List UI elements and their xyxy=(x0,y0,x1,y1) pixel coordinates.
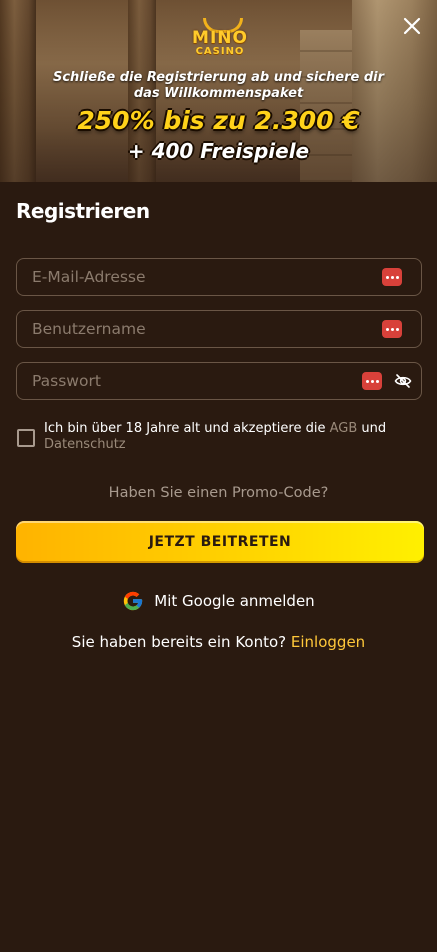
username-field xyxy=(16,310,422,348)
terms-link[interactable]: AGB xyxy=(330,421,358,436)
google-signin-label: Mit Google anmelden xyxy=(154,592,315,610)
google-signin-button[interactable]: Mit Google anmelden xyxy=(0,588,437,614)
password-manager-icon[interactable] xyxy=(362,372,382,390)
username-input[interactable] xyxy=(17,311,362,347)
promo-code-link[interactable]: Haben Sie einen Promo-Code? xyxy=(0,483,437,503)
google-icon xyxy=(124,591,143,611)
login-link[interactable]: Einloggen xyxy=(291,633,365,651)
mino-casino-logo: MINO CASINO xyxy=(187,18,253,58)
eye-off-icon xyxy=(394,374,412,388)
logo-text-bottom: CASINO xyxy=(195,46,245,57)
terms-text: Ich bin über 18 Jahre alt und akzeptiere… xyxy=(44,421,387,452)
password-manager-icon[interactable] xyxy=(382,268,402,286)
password-manager-icon[interactable] xyxy=(382,320,402,338)
login-prompt: Sie haben bereits ein Konto? Einloggen xyxy=(71,633,366,651)
email-input[interactable] xyxy=(17,259,362,295)
password-input[interactable] xyxy=(17,363,362,399)
join-now-button[interactable]: JETZT BEITRETEN xyxy=(16,521,424,563)
password-field xyxy=(16,362,422,400)
hero-banner: MINO CASINO Schließe die Registrierung a… xyxy=(0,0,437,182)
page-title: Registrieren xyxy=(16,199,150,223)
privacy-link[interactable]: Datenschutz xyxy=(44,437,126,452)
hero-bonus-amount: 250% bis zu 2.300 € xyxy=(77,106,360,135)
close-button[interactable] xyxy=(400,14,424,38)
toggle-password-visibility-button[interactable] xyxy=(394,373,412,389)
email-field xyxy=(16,258,422,296)
hero-free-spins: + 400 Freispiele xyxy=(127,139,310,163)
hero-subtitle: Schließe die Registrierung ab und sicher… xyxy=(52,70,385,101)
age-terms-checkbox[interactable] xyxy=(17,429,35,447)
close-icon xyxy=(403,17,421,35)
logo-text-top: MINO xyxy=(192,28,248,48)
